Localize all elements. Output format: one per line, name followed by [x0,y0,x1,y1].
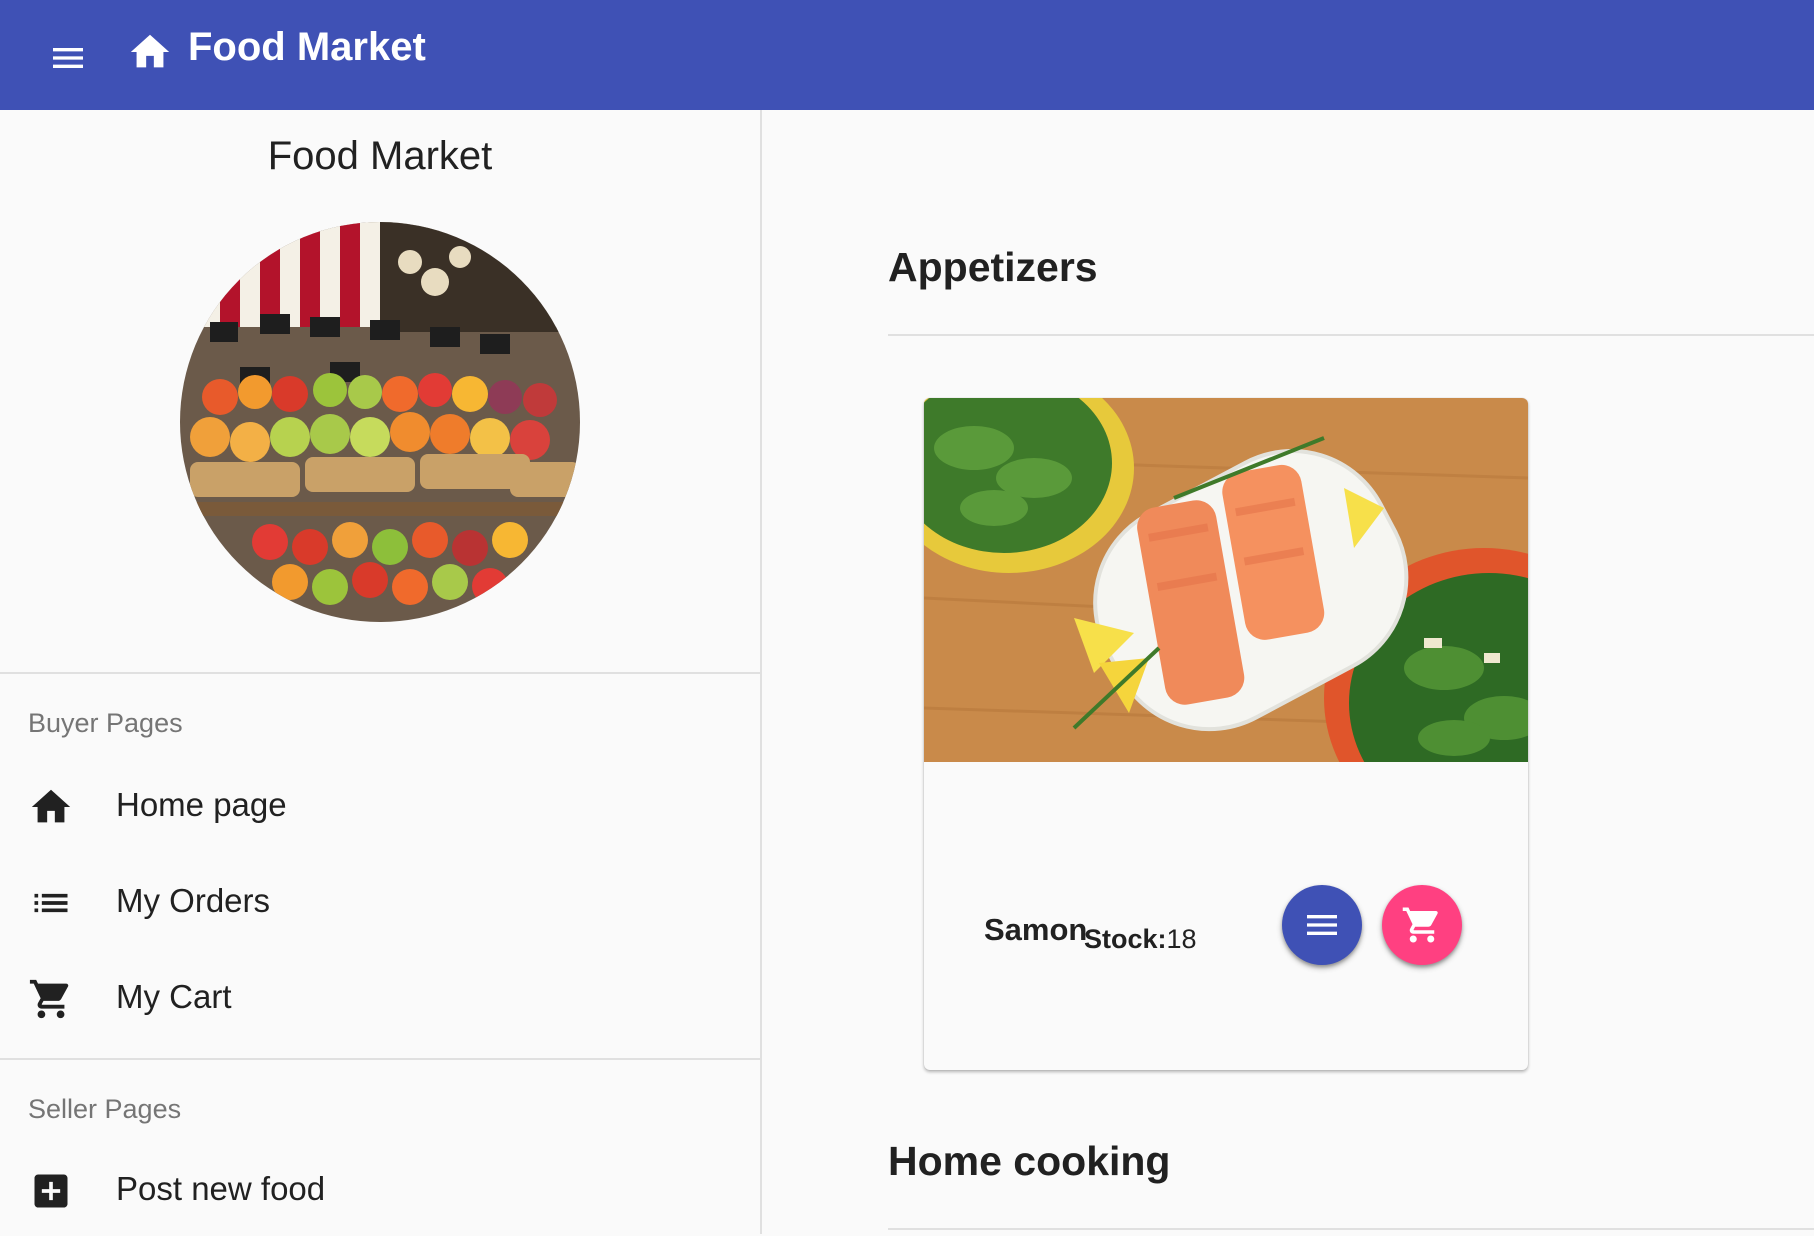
home-icon [130,34,170,68]
drawer-divider [0,672,760,674]
menu-button[interactable] [40,30,96,86]
category-divider [888,1228,1814,1230]
salmon-food-image [924,398,1528,848]
nav-item-label: Home page [116,786,287,823]
nav-item-home-page[interactable]: Home page [0,760,760,852]
navigation-drawer: Food Market Buyer Pages Home page My Ord… [0,110,762,1234]
view-details-button[interactable] [1282,885,1362,965]
home-button[interactable] [124,26,176,78]
app-title: Food Market [188,25,426,69]
nav-item-my-orders[interactable]: My Orders [0,856,760,948]
food-card: Samon Stock:18 [924,398,1528,1070]
nav-item-post-new-food[interactable]: Post new food [0,1144,760,1236]
market-avatar-image [180,222,580,622]
drawer-title: Food Market [267,134,493,178]
buyer-pages-subheader: Buyer Pages [28,708,183,738]
shopping-cart-icon [28,976,74,1022]
category-title-appetizers: Appetizers [888,244,1098,290]
category-title-home-cooking: Home cooking [888,1138,1171,1184]
list-icon [1307,915,1337,935]
drawer-divider [0,1058,760,1060]
add-to-cart-button[interactable] [1382,885,1462,965]
nav-item-label: My Cart [116,978,232,1015]
nav-item-label: My Orders [116,882,271,919]
app-bar: Food Market [0,0,1814,110]
shopping-cart-icon [1402,907,1438,943]
list-icon [28,880,74,926]
home-icon [28,784,74,830]
food-stock: Stock:18 [1084,924,1197,955]
food-name: Samon [984,912,1088,947]
nav-item-label: Post new food [116,1170,326,1207]
seller-pages-subheader: Seller Pages [28,1094,182,1124]
stock-label: Stock: [1084,924,1167,954]
hamburger-menu-icon [53,48,83,68]
stock-value: 18 [1166,924,1197,954]
category-divider [888,334,1814,336]
add-box-icon [28,1168,74,1214]
nav-item-my-cart[interactable]: My Cart [0,952,760,1044]
